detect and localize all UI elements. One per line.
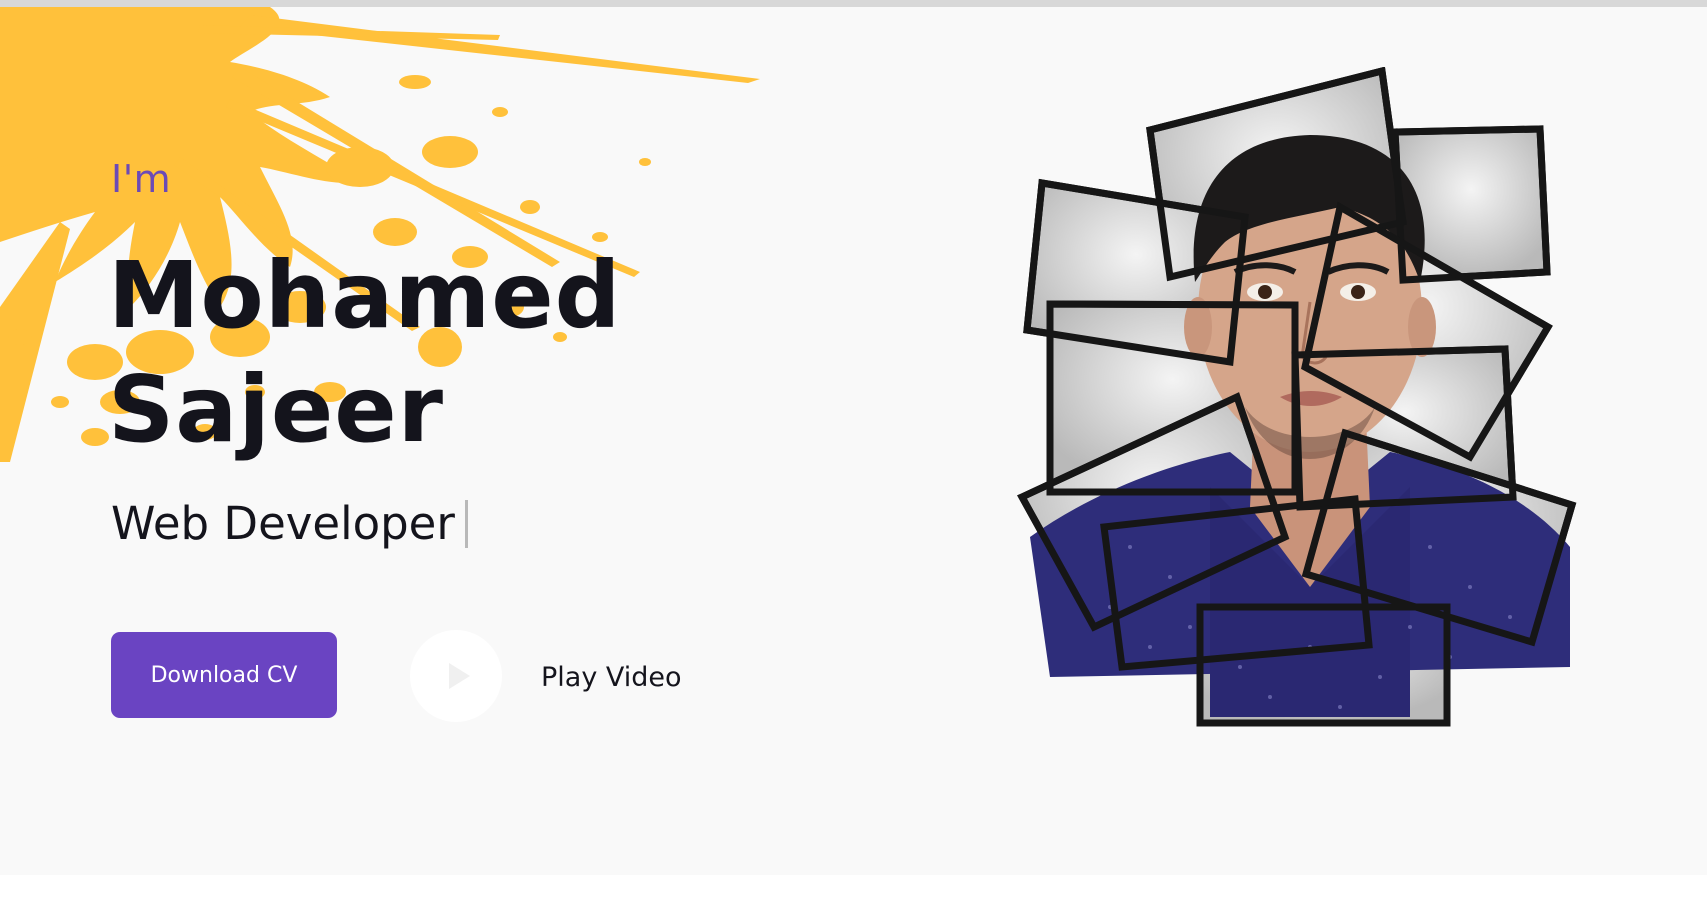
role-text: Web Developer xyxy=(111,497,455,550)
name-second-line: Sajeer xyxy=(108,356,445,463)
top-divider xyxy=(0,0,1707,7)
play-icon xyxy=(449,663,470,689)
play-video-button[interactable] xyxy=(410,630,502,722)
role-line: Web Developer xyxy=(111,497,468,550)
download-cv-label: Download CV xyxy=(150,662,298,688)
download-cv-button[interactable]: Download CV xyxy=(111,632,337,718)
profile-photo-collage xyxy=(1017,67,1577,727)
play-video-label[interactable]: Play Video xyxy=(541,662,682,693)
intro-text: I'm xyxy=(111,157,172,201)
hero-section: I'm Mohamed Sajeer Web Developer Downloa… xyxy=(0,7,1707,875)
hero-name: Mohamed Sajeer xyxy=(108,239,621,467)
name-first-line: Mohamed xyxy=(108,242,622,349)
typing-cursor xyxy=(464,500,468,548)
